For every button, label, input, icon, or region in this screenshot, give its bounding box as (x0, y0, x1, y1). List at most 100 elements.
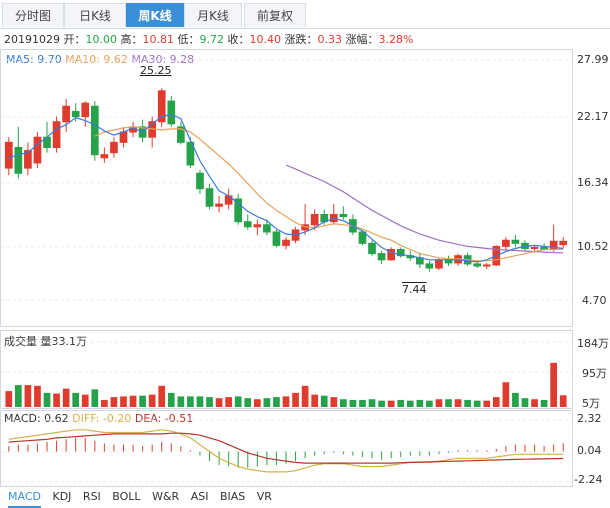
volume-bar (263, 398, 271, 407)
volume-bar (81, 394, 89, 407)
volume-bar (426, 400, 433, 407)
candle-body (272, 231, 281, 246)
volume-bar (397, 399, 405, 407)
volume-bar (320, 395, 328, 407)
candle-body (205, 188, 214, 207)
volume-bar (253, 399, 261, 407)
volume-bar (177, 396, 185, 407)
volume-bar (225, 397, 232, 407)
candle-body (377, 253, 386, 261)
indicator-tab-boll[interactable]: BOLL (112, 488, 140, 506)
price-pane-frame (0, 49, 573, 327)
candle-body (52, 121, 61, 148)
volume-bar (234, 396, 242, 407)
candle-body (33, 136, 42, 164)
volume-bar (483, 400, 491, 407)
price-high-mark: 25.25 (140, 64, 172, 77)
volume-bar (464, 399, 471, 407)
volume-bar (512, 392, 519, 407)
volume-bar (282, 396, 290, 407)
volume-bar (387, 400, 395, 407)
volume-bar (101, 399, 108, 407)
volume-bar (110, 397, 118, 407)
candle-body (530, 246, 539, 249)
volume-bar (158, 385, 166, 407)
volume-bar (14, 385, 22, 407)
candle-body (215, 203, 223, 207)
candle-body (167, 100, 176, 125)
volume-bar (311, 394, 319, 407)
volume-bar (521, 398, 529, 407)
candle-body (339, 213, 348, 218)
volume-bar (492, 397, 500, 407)
candle-body (253, 224, 262, 228)
volume-bar (340, 399, 347, 407)
dif-line (8, 429, 564, 473)
candle-body (14, 146, 23, 174)
candle-body (482, 264, 491, 267)
volume-bar (416, 399, 424, 407)
candle-body (243, 221, 252, 228)
volume-bar (540, 399, 548, 407)
ma30-line (285, 164, 564, 254)
price-low-mark: 7.44 (402, 283, 427, 296)
indicator-tab-bar: MACD KDJ RSI BOLL W&R ASI BIAS VR (0, 488, 272, 508)
volume-bar (43, 392, 51, 407)
volume-bar (62, 388, 70, 407)
volume-bar (24, 385, 32, 407)
candle-body (81, 102, 90, 118)
volume-bar (34, 385, 41, 407)
volume-bar (91, 389, 99, 407)
candle-body (282, 239, 290, 246)
volume-bar (187, 396, 194, 407)
volume-bar (378, 400, 385, 407)
volume-bar (292, 392, 299, 407)
volume-bar (273, 397, 280, 407)
volume-bar (244, 398, 252, 407)
candle-body (263, 224, 271, 233)
candle-body (62, 105, 70, 123)
volume-bar (502, 382, 510, 407)
candle-body (502, 239, 510, 247)
volume-bar (129, 395, 137, 407)
indicator-tab-vr[interactable]: VR (257, 488, 272, 506)
candle-body (310, 213, 319, 226)
volume-bar (349, 399, 357, 407)
volume-bar (120, 396, 127, 407)
volume-bar (454, 399, 462, 407)
candle-body (511, 239, 520, 244)
volume-bar (5, 391, 13, 407)
volume-bar (167, 392, 175, 407)
volume-bar (72, 392, 80, 407)
candle-body (435, 259, 443, 269)
volume-bar (559, 395, 567, 407)
candle-body (110, 141, 118, 154)
indicator-tab-wr[interactable]: W&R (152, 488, 179, 506)
candle-body (100, 154, 109, 159)
candle-body (71, 110, 80, 118)
macd-pane-frame (0, 410, 573, 487)
indicator-tab-macd[interactable]: MACD (8, 488, 41, 508)
volume-bar (435, 399, 443, 407)
indicator-tab-kdj[interactable]: KDJ (52, 488, 71, 506)
indicator-tab-bias[interactable]: BIAS (220, 488, 245, 506)
candle-body (90, 105, 99, 156)
kline-chart[interactable] (0, 0, 610, 506)
volume-bar (53, 393, 60, 407)
indicator-tab-rsi[interactable]: RSI (83, 488, 101, 506)
candle-body (368, 242, 376, 255)
candle-body (119, 131, 128, 143)
candle-body (425, 263, 434, 269)
volume-bar (215, 398, 223, 407)
volume-bar (148, 394, 156, 407)
indicator-tab-asi[interactable]: ASI (191, 488, 209, 506)
candle-body (4, 141, 13, 169)
volume-bar (206, 397, 213, 407)
candle-body (559, 240, 568, 246)
volume-bar (359, 399, 366, 407)
volume-bar (368, 399, 376, 407)
candle-body (473, 263, 482, 267)
volume-bar (531, 399, 538, 407)
volume-bar (330, 397, 338, 407)
volume-bar (139, 395, 146, 407)
